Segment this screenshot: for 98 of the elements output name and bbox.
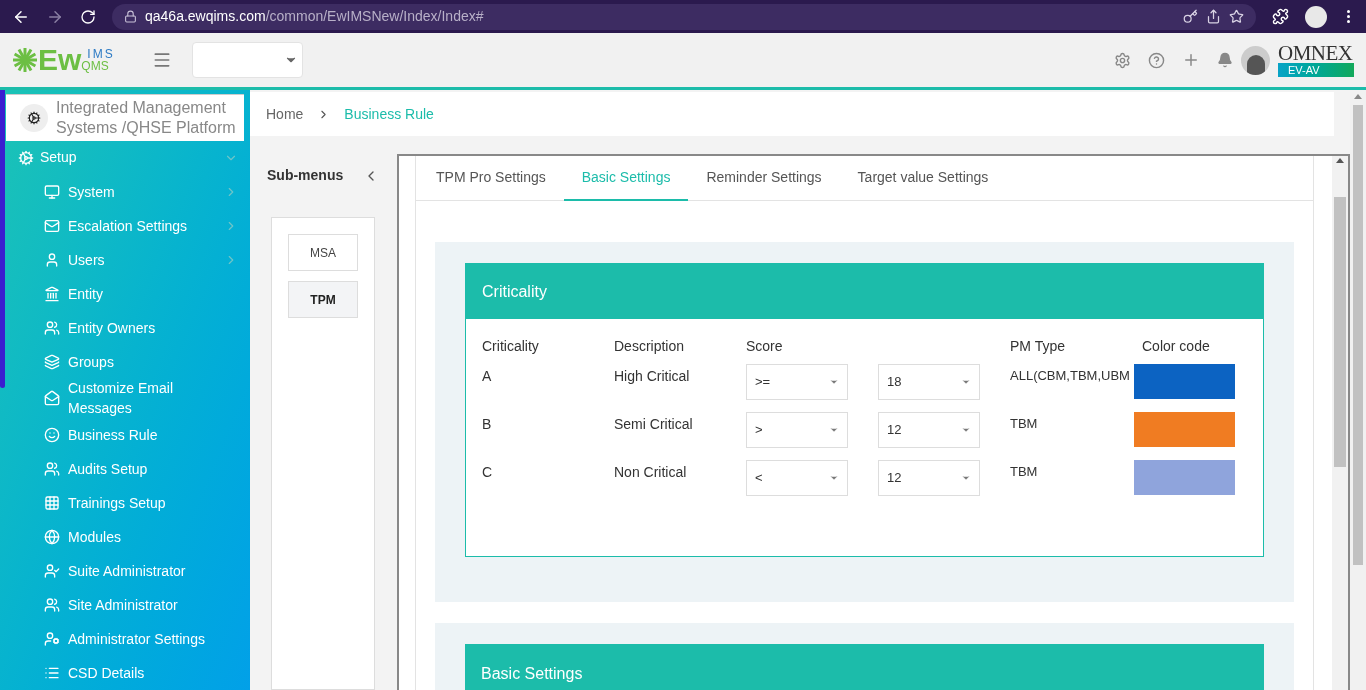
submenu-item[interactable]: TPM [288,281,358,318]
page-scrollbar[interactable] [1350,90,1366,690]
brand-tagline: EV-AV [1278,63,1354,77]
column-header: PM Type [1010,337,1066,356]
table-cell-text: Semi Critical [614,415,694,434]
url-path: /common/EwIMSNew/Index/Index# [265,7,484,26]
sidebar-item[interactable]: Groups [68,351,238,372]
user-avatar[interactable] [1241,45,1270,75]
score-select[interactable]: 12 [878,460,980,496]
star-icon[interactable] [1229,9,1244,24]
address-bar[interactable]: qa46a.ewqims.com/common/EwIMSNew/Index/Index# [112,3,1256,30]
monitor-icon [44,183,60,200]
settings-tab[interactable]: Basic Settings [563,156,689,201]
platform-name: Integrated Management Systems /QHSE Platform [56,98,237,139]
reload-icon[interactable] [80,8,96,25]
sidebar-item[interactable]: Entity Owners [68,317,238,338]
sunburst-logo-icon [12,47,38,73]
table-cell-text: TBM [1010,415,1039,433]
breadcrumb-link[interactable]: Business Rule [344,103,434,125]
face-icon [44,427,60,443]
caret-icon [961,425,971,435]
sidebar-item[interactable]: System [68,181,224,202]
column-header: Criticality [482,337,540,356]
bell-icon[interactable] [1217,52,1233,68]
extensions-icon[interactable] [1272,8,1289,25]
lock-icon [124,10,137,23]
operator-select[interactable]: >= [746,364,848,400]
settings-tab[interactable]: Reminder Settings [688,156,840,201]
gears-icon [18,149,34,166]
caret-icon [829,473,839,483]
table-cell-text: A [482,367,493,386]
sidebar-item[interactable]: Modules [68,527,238,547]
sidebar-item[interactable]: Business Rule [68,425,238,445]
table-cell-text: Non Critical [614,463,688,482]
column-header: Score [746,337,784,356]
people-icon [44,319,60,336]
list-icon [44,665,60,681]
open-envelope-icon [44,390,60,407]
sidebar-item[interactable]: Suite Administrator [68,561,238,581]
logo-qms-text: QMS [81,60,110,72]
column-header: Description [614,337,686,356]
sidebar-item[interactable]: Site Administrator [68,595,238,615]
key-icon[interactable] [1183,9,1198,24]
breadcrumb-link[interactable]: Home [266,103,304,125]
table-cell-text: High Critical [614,367,691,386]
help-icon[interactable] [1148,51,1165,69]
table-cell-text: C [482,463,494,482]
color-swatch[interactable] [1134,412,1235,447]
caret-icon [961,473,971,483]
submenus-title: Sub-menus [267,166,344,185]
card-title: Basic Settings [481,664,583,684]
sidebar-item[interactable]: CSD Details [68,663,238,683]
user-gear-icon [44,631,60,647]
settings-tab[interactable]: Target value Settings [839,156,1007,201]
bank-icon [44,285,60,302]
user-check-icon [44,563,60,579]
submenu-item[interactable]: MSA [288,234,358,271]
menu-icon[interactable] [152,50,172,70]
layers-icon [44,353,60,370]
add-icon[interactable] [1182,51,1200,69]
column-header: Color code [1142,337,1211,356]
scrollbar[interactable] [1332,156,1348,690]
share-icon[interactable] [1206,9,1221,24]
sidebar-item[interactable]: Customize Email Messages [68,378,238,419]
envelope-icon [44,217,60,234]
globe-icon [44,529,60,545]
caret-icon [829,425,839,435]
score-select[interactable]: 18 [878,364,980,400]
setup-menu-label[interactable]: Setup [40,147,224,169]
table-cell-text: ALL(CBM,TBM,UBM [1010,367,1131,385]
sidebar-item[interactable]: Entity [68,283,238,304]
grid-icon [44,495,60,511]
operator-select[interactable]: > [746,412,848,448]
sidebar-item[interactable]: Administrator Settings [68,629,238,649]
caret-icon [961,377,971,387]
sidebar-item[interactable]: Escalation Settings [68,215,224,236]
card-title: Criticality [482,281,547,302]
caret-icon [829,377,839,387]
sidebar-item[interactable]: Audits Setup [68,459,238,479]
score-select[interactable]: 12 [878,412,980,448]
table-cell-text: TBM [1010,463,1039,481]
table-cell-text: B [482,415,493,434]
sidebar-item[interactable]: Trainings Setup [68,493,238,513]
color-swatch[interactable] [1134,460,1235,495]
sidebar-item[interactable]: Users [68,249,224,270]
profile-avatar[interactable] [1305,5,1327,28]
platform-badge-icon [20,104,48,133]
logo-ims-text: IMS [87,48,115,60]
logo-text: Ew [38,45,82,75]
user-icon [44,251,60,268]
brand-name: OMNEX [1278,43,1354,63]
people-icon [44,597,60,613]
settings-tab[interactable]: TPM Pro Settings [418,156,564,201]
people-icon [44,461,60,477]
url-domain: qa46a.ewqims.com [145,7,266,26]
color-swatch[interactable] [1134,364,1235,399]
operator-select[interactable]: < [746,460,848,496]
settings-icon[interactable] [1114,51,1131,69]
